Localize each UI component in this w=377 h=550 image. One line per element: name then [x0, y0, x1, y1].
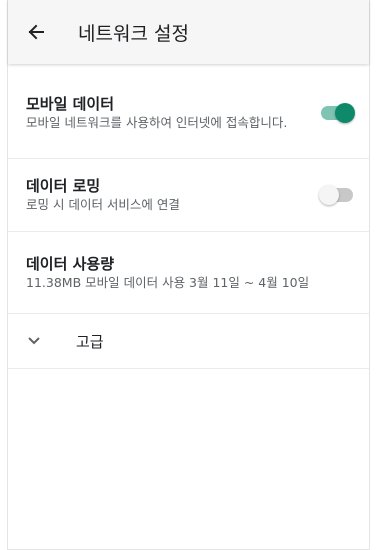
mobile-data-title: 모바일 데이터	[26, 95, 115, 113]
data-roaming-toggle[interactable]	[319, 185, 355, 205]
app-bar: 네트워크 설정	[8, 0, 369, 64]
data-roaming-summary: 로밍 시 데이터 서비스에 연결	[26, 197, 180, 212]
advanced-label: 고급	[76, 332, 104, 351]
data-roaming-title: 데이터 로밍	[26, 177, 101, 195]
advanced-section[interactable]: 고급	[8, 314, 369, 369]
back-button[interactable]	[24, 20, 48, 44]
settings-screen: 네트워크 설정 모바일 데이터 모바일 네트워크를 사용하여 인터넷에 접속합니…	[7, 0, 370, 550]
mobile-data-setting[interactable]: 모바일 데이터 모바일 네트워크를 사용하여 인터넷에 접속합니다.	[8, 64, 369, 159]
chevron-down-icon	[22, 329, 46, 353]
data-roaming-setting[interactable]: 데이터 로밍 로밍 시 데이터 서비스에 연결	[8, 159, 369, 232]
data-usage-title: 데이터 사용량	[26, 254, 115, 273]
mobile-data-summary: 모바일 네트워크를 사용하여 인터넷에 접속합니다.	[26, 115, 288, 130]
data-usage-setting[interactable]: 데이터 사용량 11.38MB 모바일 데이터 사용 3월 11일 ~ 4월 1…	[8, 232, 369, 314]
arrow-left-icon	[28, 24, 44, 40]
mobile-data-toggle[interactable]	[319, 103, 355, 123]
page-title: 네트워크 설정	[78, 22, 189, 45]
data-usage-summary: 11.38MB 모바일 데이터 사용 3월 11일 ~ 4월 10일	[26, 274, 310, 290]
